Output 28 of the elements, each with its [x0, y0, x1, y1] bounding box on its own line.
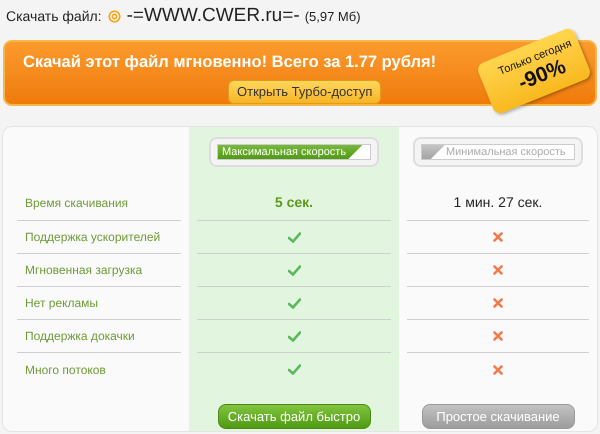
- check-icon: [288, 364, 300, 375]
- feature-label: Нет рекламы: [25, 295, 98, 312]
- simple-download-button[interactable]: Простое скачивание: [422, 404, 574, 429]
- promo-title: Скачай этот файл мгновенно! Всего за 1.77 рубля!: [23, 52, 436, 73]
- cross-icon: [493, 364, 503, 374]
- cross-icon: [493, 232, 503, 242]
- check-icon: [288, 330, 300, 342]
- cross-icon: [493, 331, 503, 341]
- feature-label: Мгновенная загрузка: [25, 262, 142, 279]
- badge-icon: [108, 10, 121, 22]
- cross-icon: [493, 265, 503, 275]
- time-value: 1 мин. 27 сек.: [454, 193, 542, 212]
- meter-label: Максимальная скорость: [221, 144, 346, 160]
- cross-icon: [493, 298, 503, 308]
- check-icon: [288, 264, 300, 276]
- file-label: Скачать файл:: [6, 7, 102, 26]
- check-icon: [288, 298, 300, 308]
- fast-download-button[interactable]: Скачать файл быстро: [218, 404, 370, 429]
- check-icon: [288, 232, 300, 242]
- feature-label: Поддержка ускорителей: [25, 229, 160, 246]
- turbo-button[interactable]: Открыть Турбо-доступ: [228, 80, 382, 104]
- file-size: (5,97 Мб): [304, 8, 361, 26]
- feature-label: Много потоков: [25, 362, 106, 378]
- meter-label: Минимальная скорость: [445, 144, 566, 160]
- feature-label: Время скачивания: [25, 194, 128, 212]
- feature-label: Поддержка докачки: [25, 328, 135, 345]
- time-value: 5 сек.: [274, 193, 314, 212]
- file-name: -=WWW.CWER.ru=-: [126, 4, 300, 28]
